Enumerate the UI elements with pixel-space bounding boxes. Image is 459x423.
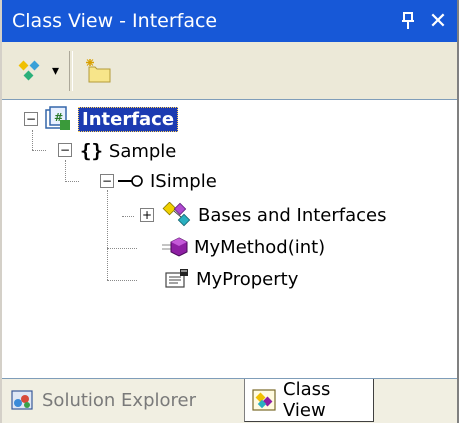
tree-node-label: Interface [78,106,179,132]
close-button[interactable]: ✕ [423,0,453,42]
tree-connector [32,130,34,150]
tree-node-project[interactable]: # Interface [44,104,179,134]
title-bar: Class View - Interface ✕ [2,0,457,42]
bases-icon [162,202,192,228]
tree-node-label: Sample [108,140,177,162]
namespace-braces-icon: {} [80,140,103,162]
tab-class-view[interactable]: Class View [244,379,374,422]
tree-node-bases[interactable]: Bases and Interfaces [162,200,386,230]
chevron-down-icon: ▾ [52,62,60,79]
class-tree: − # Interface − {} Sample − ISimple + Ba… [2,99,457,379]
sort-by-button[interactable]: ▾ [12,49,65,93]
tree-connector [65,160,67,180]
tab-label: Class View [283,379,331,421]
tree-node-label: Bases and Interfaces [198,204,387,226]
class-view-icon [251,387,277,413]
tree-connector [107,248,137,250]
class-view-window: Class View - Interface ✕ ▾ − # Interface… [0,0,459,423]
tree-connector [107,280,137,282]
toolbar: ▾ [2,42,457,100]
tree-node-property[interactable]: MyProperty [162,264,298,294]
collapse-root-toggle[interactable]: − [24,112,38,126]
collapse-namespace-toggle[interactable]: − [58,143,72,157]
tree-node-label: MyProperty [196,268,299,290]
panel-tab-strip: Solution Explorer Class View [2,378,457,423]
collapse-interface-toggle[interactable]: − [100,174,114,188]
tree-node-method[interactable]: MyMethod(int) [162,232,325,262]
tree-node-label: ISimple [150,170,217,192]
method-icon [162,236,188,258]
tree-node-interface[interactable]: ISimple [118,166,217,196]
tree-node-namespace[interactable]: {} Sample [80,136,176,166]
pin-button[interactable] [393,0,423,42]
pin-icon [402,12,414,29]
tab-label: Solution Explorer [42,389,196,411]
new-folder-icon [86,58,111,82]
interface-icon [118,174,144,188]
tree-node-label: MyMethod(int) [194,236,326,258]
property-icon [162,267,190,291]
sort-by-icon [18,60,40,80]
window-title: Class View - Interface [12,10,218,32]
tree-connector [122,216,134,218]
tree-connector [65,181,79,183]
tab-solution-explorer[interactable]: Solution Explorer [10,379,236,421]
tree-connector [107,190,109,280]
new-folder-button[interactable] [77,49,119,93]
solution-explorer-icon [10,387,36,413]
toolbar-separator [69,50,74,91]
tree-connector [32,150,46,152]
close-icon: ✕ [428,8,448,34]
expand-bases-toggle[interactable]: + [140,208,154,222]
project-icon: # [44,106,72,132]
